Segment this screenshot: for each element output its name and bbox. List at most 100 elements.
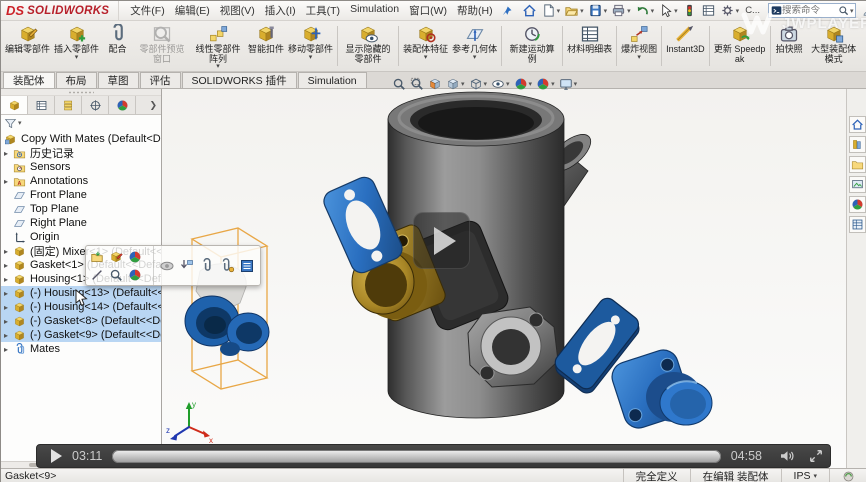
panel-tab-property-manager[interactable] xyxy=(28,96,55,114)
taskpane-file-explorer-button[interactable] xyxy=(849,156,866,173)
expand-arrow-icon[interactable]: ▸ xyxy=(4,261,13,270)
select-button[interactable]: ▾ xyxy=(656,3,680,18)
expand-arrow-icon[interactable]: ▸ xyxy=(4,345,13,354)
tree-item-housing-14[interactable]: ▸(-) Housing<14> (Default<<Defau xyxy=(1,300,161,314)
taskpane-home-button[interactable] xyxy=(849,116,866,133)
headsup-zoom-fit-button[interactable] xyxy=(391,77,407,91)
options-caret-icon[interactable]: ▾ xyxy=(736,7,740,15)
tree-item-housing-13[interactable]: ▸(-) Housing<13> (Default<<Defau xyxy=(1,286,161,300)
headsup-view-orientation-button[interactable]: ▾ xyxy=(445,77,466,91)
tree-item-top-plane[interactable]: Top Plane xyxy=(1,202,161,216)
show-hidden-components-button[interactable]: 显示隐藏的零部件 xyxy=(340,22,396,70)
new-document-caret-icon[interactable]: ▾ xyxy=(557,7,561,15)
expand-arrow-icon[interactable]: ▸ xyxy=(4,247,13,256)
insert-component-caret-icon[interactable]: ▾ xyxy=(75,55,79,61)
tree-item-gasket-9[interactable]: ▸(-) Gasket<9> (Default<<Default> xyxy=(1,328,161,342)
bill-of-materials-button[interactable]: 材料明细表 xyxy=(565,22,614,70)
print-button[interactable]: ▾ xyxy=(609,3,633,18)
tree-item-sensors[interactable]: Sensors xyxy=(1,160,161,174)
housing-blue-right[interactable] xyxy=(608,346,712,432)
menu-item-2[interactable]: 视图(V) xyxy=(215,1,260,20)
insert-component-button[interactable]: 插入零部件▾ xyxy=(52,22,101,70)
video-play-overlay[interactable] xyxy=(413,212,470,269)
linear-component-pattern-caret-icon[interactable]: ▾ xyxy=(216,64,220,70)
scene-caret-icon[interactable]: ▾ xyxy=(551,80,555,88)
headsup-scene-button[interactable]: ▾ xyxy=(535,77,556,91)
headsup-view-settings-button[interactable]: ▾ xyxy=(558,77,579,91)
expand-arrow-icon[interactable]: ▸ xyxy=(4,289,13,298)
large-assembly-mode-button[interactable]: 大型装配体模式 xyxy=(806,22,862,70)
context-zoom-select-button[interactable] xyxy=(107,266,125,283)
headsup-display-style-button[interactable]: ▾ xyxy=(468,77,489,91)
assembly-features-button[interactable]: 装配体特征▾ xyxy=(401,22,450,70)
taskpane-appearances-button[interactable] xyxy=(849,196,866,213)
menu-item-6[interactable]: 窗口(W) xyxy=(404,1,452,20)
open-document-caret-icon[interactable]: ▾ xyxy=(580,7,584,15)
context-component-properties-button[interactable] xyxy=(237,255,257,277)
context-color-wheel-button[interactable] xyxy=(126,266,144,283)
filter-caret-icon[interactable]: ▾ xyxy=(18,119,22,127)
headsup-zoom-area-button[interactable] xyxy=(409,77,425,91)
status-units[interactable]: IPS ▾ xyxy=(781,469,829,482)
context-mate-clip-edit-button[interactable] xyxy=(217,255,237,277)
assembly-features-caret-icon[interactable]: ▾ xyxy=(424,55,428,61)
context-hide-component-button[interactable] xyxy=(157,255,177,277)
seek-bar[interactable] xyxy=(112,450,720,463)
collapsed-command-button[interactable]: C... xyxy=(741,5,764,16)
tree-item-origin[interactable]: Origin xyxy=(1,230,161,244)
move-component-button[interactable]: 移动零部件▾ xyxy=(286,22,335,70)
expand-arrow-icon[interactable]: ▸ xyxy=(4,149,13,158)
tab-evaluate[interactable]: 评估 xyxy=(140,72,181,88)
menu-item-0[interactable]: 文件(F) xyxy=(125,1,169,20)
undo-button[interactable]: ▾ xyxy=(633,3,657,18)
volume-icon[interactable] xyxy=(779,448,795,464)
home-button[interactable] xyxy=(520,3,539,18)
options-button[interactable]: ▾ xyxy=(718,3,742,18)
panel-tab-feature-tree[interactable] xyxy=(1,96,28,114)
search-box[interactable]: ▾ xyxy=(768,3,857,18)
tab-assembly[interactable]: 装配体 xyxy=(3,72,55,88)
select-caret-icon[interactable]: ▾ xyxy=(674,7,678,15)
menu-item-4[interactable]: 工具(T) xyxy=(301,1,345,20)
exploded-view-button[interactable]: 爆炸视图▾ xyxy=(619,22,659,70)
expand-arrow-icon[interactable]: ▸ xyxy=(4,275,13,284)
tree-item-annotations[interactable]: ▸AAnnotations xyxy=(1,174,161,188)
menu-item-7[interactable]: 帮助(H) xyxy=(452,1,498,20)
save-button[interactable]: ▾ xyxy=(586,3,610,18)
mate-button[interactable]: 配合 xyxy=(101,22,134,70)
linear-component-pattern-button[interactable]: 线性零部件阵列▾ xyxy=(190,22,246,70)
user-account-icon[interactable] xyxy=(860,4,866,17)
tab-simulation[interactable]: Simulation xyxy=(298,72,367,88)
panel-tabs-overflow-icon[interactable]: ❯ xyxy=(145,96,161,114)
taskpane-view-palette-button[interactable] xyxy=(849,176,866,193)
headsup-appearances-button[interactable]: ▾ xyxy=(513,77,534,91)
menu-item-1[interactable]: 编辑(E) xyxy=(170,1,215,20)
context-insert-component-small-button[interactable] xyxy=(177,255,197,277)
context-edit-part-button[interactable] xyxy=(107,248,125,265)
search-caret-icon[interactable]: ▾ xyxy=(850,7,854,15)
reference-geometry-button[interactable]: 参考几何体▾ xyxy=(450,22,499,70)
new-motion-study-button[interactable]: 新建运动算例 xyxy=(504,22,560,70)
open-document-button[interactable]: ▾ xyxy=(562,3,586,18)
exploded-view-caret-icon[interactable]: ▾ xyxy=(637,55,641,61)
tree-item-mates[interactable]: ▸Mates xyxy=(1,342,161,356)
tab-layout[interactable]: 布局 xyxy=(56,72,97,88)
panel-tab-configuration-manager[interactable] xyxy=(55,96,82,114)
context-open-part-button[interactable] xyxy=(88,248,106,265)
menu-item-5[interactable]: Simulation xyxy=(345,1,404,20)
context-mate-clip-button[interactable] xyxy=(197,255,217,277)
fullscreen-icon[interactable] xyxy=(809,449,823,463)
tab-sketch[interactable]: 草图 xyxy=(98,72,139,88)
edit-component-button[interactable]: 编辑零部件 xyxy=(3,22,52,70)
menu-item-3[interactable]: 插入(I) xyxy=(260,1,301,20)
panel-grip[interactable] xyxy=(1,89,161,96)
expand-arrow-icon[interactable]: ▸ xyxy=(4,177,13,186)
search-icon[interactable] xyxy=(838,5,849,16)
undo-caret-icon[interactable]: ▾ xyxy=(651,7,655,15)
pin-icon[interactable] xyxy=(501,5,513,17)
take-snapshot-button[interactable]: 拍快照 xyxy=(773,22,806,70)
options-list-button[interactable] xyxy=(699,3,718,18)
headsup-hide-show-items-button[interactable]: ▾ xyxy=(490,77,511,91)
graphics-viewport[interactable]: y x z xyxy=(162,89,846,468)
display-style-caret-icon[interactable]: ▾ xyxy=(484,80,488,88)
